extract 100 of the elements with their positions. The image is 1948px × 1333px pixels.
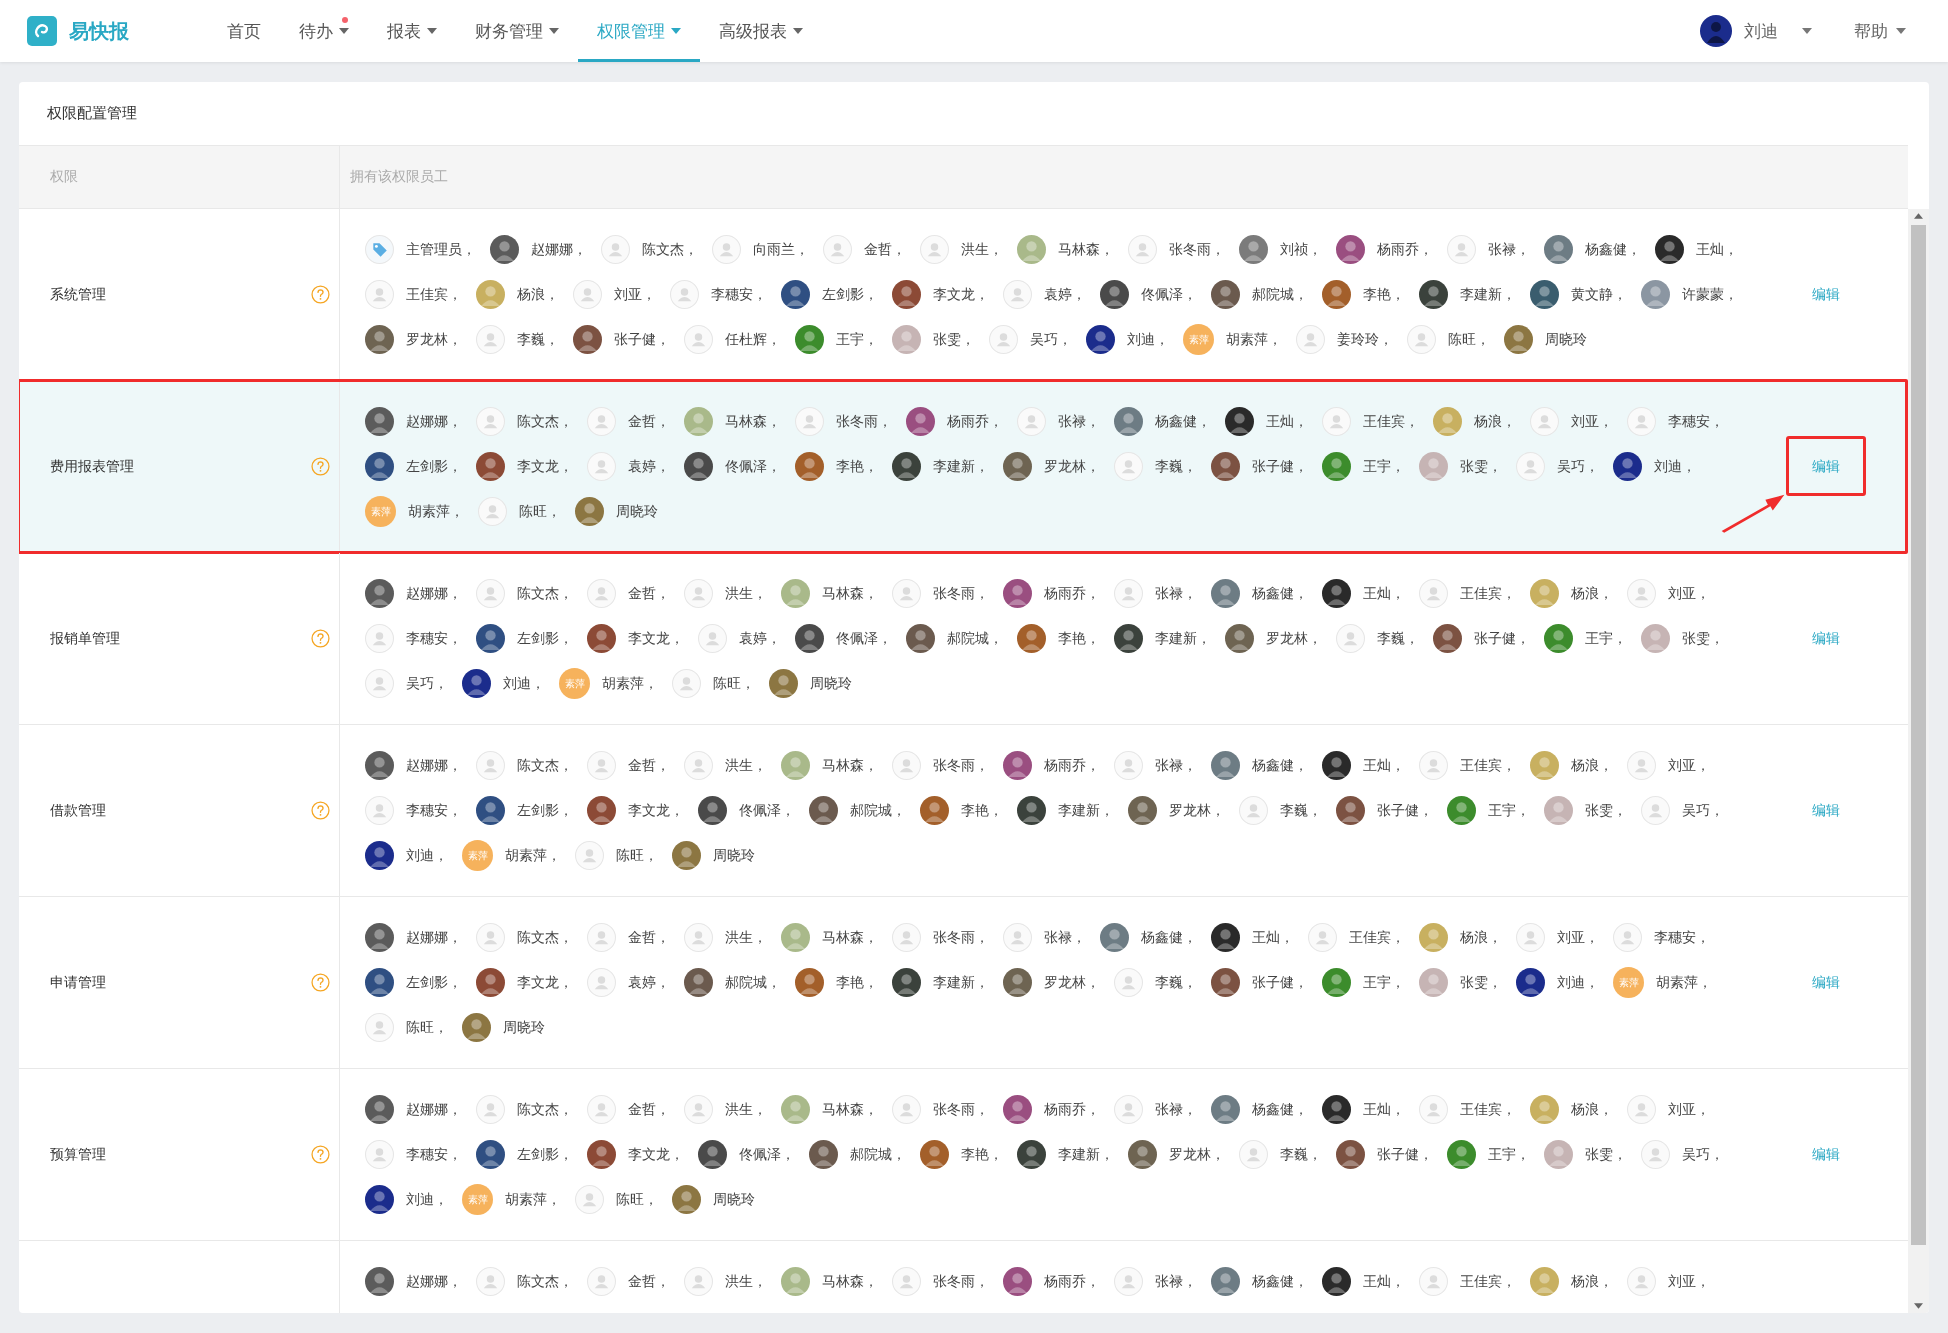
scrollbar-thumb[interactable]	[1911, 225, 1926, 1245]
user-menu[interactable]: 刘迪	[1700, 15, 1812, 47]
employee-name: 李巍，	[1155, 973, 1197, 992]
help-icon[interactable]	[311, 457, 330, 476]
nav-tab[interactable]: 报表	[368, 0, 456, 62]
employee-name: 张子健，	[1377, 1145, 1433, 1164]
employee-name: 李穗安，	[406, 629, 462, 648]
help-icon[interactable]	[311, 1145, 330, 1164]
employee-name: 李穗安，	[1654, 928, 1710, 947]
employee-name: 张雯，	[1682, 629, 1724, 648]
column-header: 权限	[19, 146, 340, 208]
employee-name: 李文龙，	[517, 457, 573, 476]
employee-name: 杨雨乔，	[1044, 1100, 1100, 1119]
employee-name: 陈旺，	[519, 502, 561, 521]
user-icon	[476, 923, 505, 952]
scroll-up-icon[interactable]	[1914, 213, 1923, 219]
employee-name: 张子健，	[1252, 457, 1308, 476]
employee-name: 周晓玲	[713, 846, 755, 865]
user-icon	[1114, 968, 1143, 997]
employee-name: 左剑影，	[517, 629, 573, 648]
nav-tab[interactable]: 首页	[208, 0, 280, 62]
nav-tab[interactable]: 高级报表	[700, 0, 822, 62]
employee-name: 马林森，	[822, 1100, 878, 1119]
user-icon	[712, 235, 741, 264]
employee-name: 黄文静，	[1571, 285, 1627, 304]
help-icon[interactable]	[311, 801, 330, 820]
user-icon	[892, 751, 921, 780]
user-icon	[1419, 1267, 1448, 1296]
user-icon	[587, 751, 616, 780]
employee-name: 王灿，	[1252, 928, 1294, 947]
employee-name: 陈旺，	[616, 1190, 658, 1209]
employee-name: 张冬雨，	[933, 928, 989, 947]
employee-name: 周晓玲	[810, 674, 852, 693]
employee-name: 杨雨乔，	[1044, 584, 1100, 603]
employee-name: 左剑影，	[406, 973, 462, 992]
employee-name: 刘迪，	[1654, 457, 1696, 476]
employee-name: 王佳宾，	[1460, 1272, 1516, 1291]
employee-name: 刘迪，	[503, 674, 545, 693]
employee-name: 李建新，	[1058, 801, 1114, 820]
employee-name: 张雯，	[1585, 801, 1627, 820]
scrollbar[interactable]	[1908, 209, 1929, 1313]
employee-name: 罗龙林，	[1266, 629, 1322, 648]
employee-name: 陈文杰，	[642, 240, 698, 259]
employee-name: 王宇，	[1488, 1145, 1530, 1164]
user-icon	[573, 280, 602, 309]
user-icon	[1627, 1267, 1656, 1296]
app-name: 易快报	[69, 17, 129, 45]
help-icon[interactable]	[311, 973, 330, 992]
employee-name: 李穗安，	[406, 801, 462, 820]
caret-icon	[549, 28, 559, 34]
nav-tab[interactable]: 权限管理	[578, 0, 700, 62]
permission-name: 预算管理	[50, 1145, 106, 1164]
user-icon	[476, 579, 505, 608]
employee-name: 刘迪，	[406, 1190, 448, 1209]
user-icon	[1407, 325, 1436, 354]
permission-name: 报销单管理	[50, 629, 120, 648]
user-icon	[1017, 407, 1046, 436]
employee-name: 赵娜娜，	[406, 928, 462, 947]
user-icon	[684, 1095, 713, 1124]
user-icon	[1296, 325, 1325, 354]
employee-name: 袁婷，	[628, 973, 670, 992]
employee-name: 张冬雨，	[933, 1100, 989, 1119]
help-icon[interactable]	[311, 629, 330, 648]
nav-tab[interactable]: 财务管理	[456, 0, 578, 62]
employee-name: 杨浪，	[1571, 1272, 1613, 1291]
employee-name: 张雯，	[933, 330, 975, 349]
employee-name: 王宇，	[1363, 457, 1405, 476]
edit-link[interactable]: 编辑	[1812, 1145, 1840, 1164]
edit-link[interactable]: 编辑	[1812, 285, 1840, 304]
employee-name: 陈旺，	[713, 674, 755, 693]
help-menu[interactable]: 帮助	[1854, 19, 1906, 43]
employee-name: 杨鑫健，	[1252, 756, 1308, 775]
employee-name: 杨浪，	[1474, 412, 1516, 431]
employee-name: 王灿，	[1363, 756, 1405, 775]
user-icon	[1114, 1267, 1143, 1296]
employee-name: 张禄，	[1488, 240, 1530, 259]
user-icon	[476, 407, 505, 436]
employee-name: 金哲，	[628, 584, 670, 603]
employee-name: 陈旺，	[1448, 330, 1490, 349]
employee-name: 周晓玲	[503, 1018, 545, 1037]
edit-link[interactable]: 编辑	[1812, 973, 1840, 992]
employee-name: 李艳，	[836, 973, 878, 992]
employee-name: 金哲，	[628, 756, 670, 775]
employee-name: 杨鑫健，	[1252, 1100, 1308, 1119]
user-icon	[587, 1267, 616, 1296]
edit-link[interactable]: 编辑	[1812, 801, 1840, 820]
user-icon	[1322, 407, 1351, 436]
employee-name: 杨鑫健，	[1155, 412, 1211, 431]
help-icon[interactable]	[311, 285, 330, 304]
user-icon	[920, 235, 949, 264]
edit-link[interactable]: 编辑	[1812, 629, 1840, 648]
scroll-down-icon[interactable]	[1914, 1303, 1923, 1309]
employee-name: 李建新，	[1460, 285, 1516, 304]
employee-name: 张子健，	[1377, 801, 1433, 820]
employee-name: 王佳宾，	[1460, 756, 1516, 775]
employee-name: 刘迪，	[1127, 330, 1169, 349]
employee-name: 刘迪，	[406, 846, 448, 865]
nav-tab[interactable]: 待办	[280, 0, 368, 62]
employee-name: 吴巧，	[406, 674, 448, 693]
employee-name: 李文龙，	[933, 285, 989, 304]
